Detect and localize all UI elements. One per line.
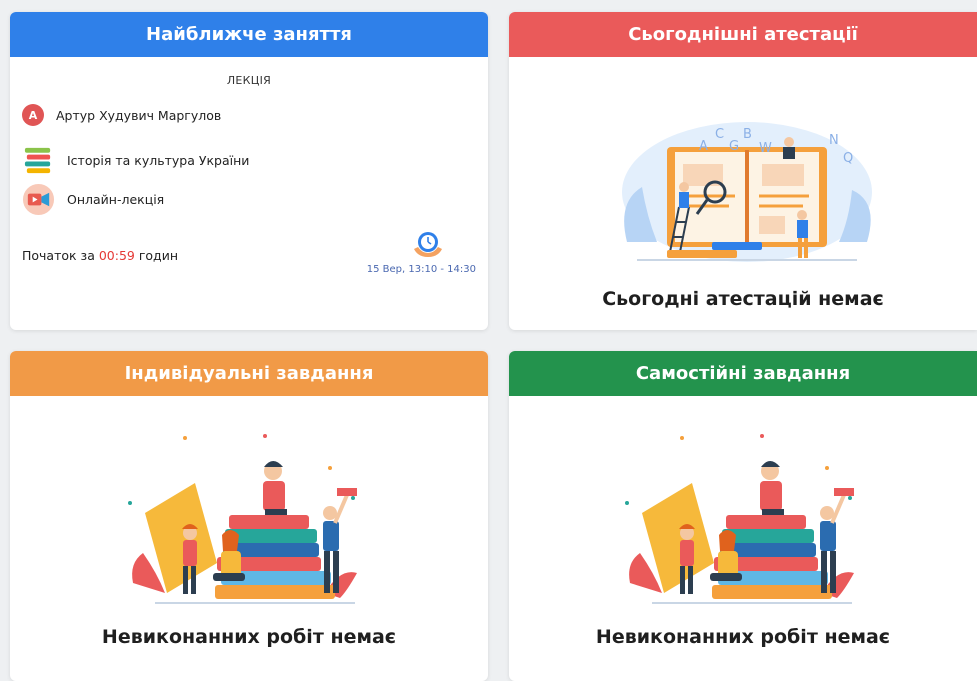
attestations-header: Сьогоднішні атестації [509, 12, 977, 57]
self-study-tasks-header: Самостійні завдання [509, 351, 977, 396]
self-study-tasks-empty-text: Невиконанних робіт немає [595, 626, 891, 648]
teacher-row[interactable]: А Артур Худувич Маргулов [22, 104, 221, 126]
svg-text:B: B [743, 127, 752, 142]
nearest-lesson-title: Найближче заняття [146, 24, 352, 45]
students-books-illustration [625, 434, 854, 604]
nearest-lesson-card[interactable]: Найближче заняття ЛЕКЦІЯ А Артур Худувич… [10, 12, 488, 330]
teacher-avatar: А [22, 104, 44, 126]
subject-row[interactable]: Історія та культура України [22, 144, 249, 177]
individual-tasks-title: Індивідуальні завдання [124, 363, 374, 384]
svg-text:G: G [729, 139, 739, 154]
lesson-type-label: ЛЕКЦІЯ [226, 74, 272, 87]
attestations-empty-text: Сьогодні атестацій немає [602, 288, 884, 310]
video-call-icon [22, 183, 55, 216]
start-prefix: Початок за [22, 248, 99, 263]
clock-icon [414, 232, 442, 257]
svg-text:W: W [759, 141, 772, 156]
individual-tasks-card[interactable]: Індивідуальні завдання Невиконанних робі… [10, 351, 488, 681]
nearest-lesson-header: Найближче заняття [10, 12, 488, 57]
self-study-tasks-title: Самостійні завдання [635, 363, 851, 384]
teacher-name[interactable]: Артур Худувич Маргулов [56, 108, 221, 123]
svg-text:N: N [829, 133, 839, 148]
start-timer: 00:59 [98, 248, 135, 263]
individual-tasks-header: Індивідуальні завдання [10, 351, 488, 396]
svg-text:Q: Q [843, 151, 853, 166]
lesson-format: Онлайн-лекція [67, 192, 165, 207]
open-book-illustration: A C G B W N Q [622, 122, 872, 262]
svg-text:C: C [715, 127, 724, 142]
svg-text:A: A [699, 139, 708, 154]
attestations-title: Сьогоднішні атестації [628, 24, 858, 45]
students-books-illustration [128, 434, 357, 604]
subject-name[interactable]: Історія та культура України [67, 153, 249, 168]
books-icon [24, 147, 51, 174]
individual-tasks-empty-text: Невиконанних робіт немає [101, 626, 397, 648]
attestations-card[interactable]: Сьогоднішні атестації A C G B W N Q Сьог… [509, 12, 977, 330]
format-row: Онлайн-лекція [22, 183, 164, 216]
start-countdown: Початок за 00:59 годин [22, 248, 178, 263]
self-study-tasks-card[interactable]: Самостійні завдання Невиконанних робіт н… [509, 351, 977, 681]
start-suffix: годин [134, 248, 178, 263]
lesson-datetime: 15 Вер, 13:10 - 14:30 [366, 264, 476, 275]
